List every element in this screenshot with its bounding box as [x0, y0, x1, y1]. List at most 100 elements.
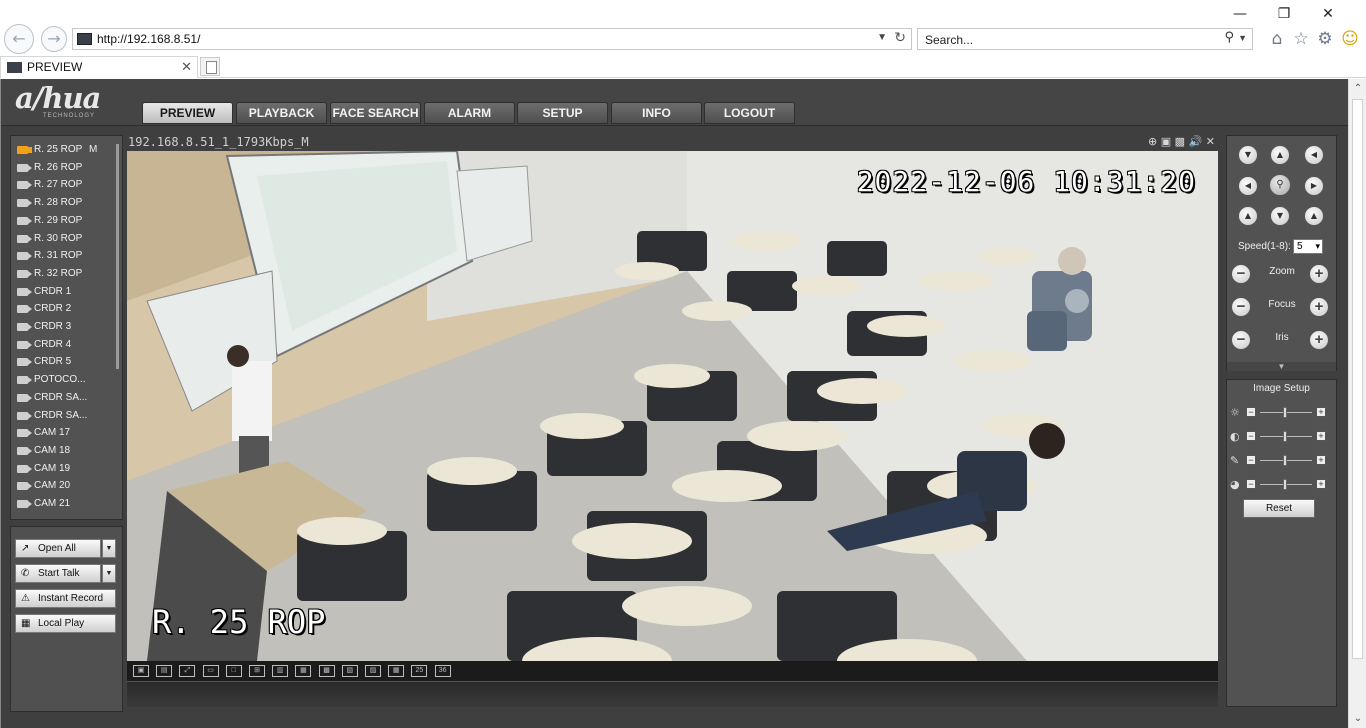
search-input[interactable]: Search... [925, 33, 973, 47]
home-icon[interactable]: ⌂ [1266, 28, 1288, 50]
iris-open-button[interactable]: + [1309, 330, 1329, 350]
forward-button[interactable]: → [41, 26, 67, 52]
channel-item[interactable]: CAM 20 [15, 478, 113, 495]
contrast-slider[interactable] [1283, 431, 1287, 442]
channel-item[interactable]: CRDR SA... [15, 408, 113, 425]
hue-decrease-button[interactable]: − [1246, 479, 1256, 489]
focus-far-button[interactable]: + [1309, 297, 1329, 317]
close-icon[interactable]: ✕ [1316, 4, 1340, 24]
address-bar[interactable]: http://192.168.8.51/ ▼ ↻ [72, 28, 912, 50]
browser-tab-preview[interactable]: PREVIEW ✕ [0, 56, 198, 78]
channel-item[interactable]: R. 30 ROP [15, 231, 113, 248]
tab-info[interactable]: INFO [611, 102, 702, 124]
snapshot-icon[interactable]: ▣ [1161, 135, 1171, 148]
favorites-star-icon[interactable]: ☆ [1290, 28, 1312, 50]
digital-zoom-icon[interactable]: ⊕ [1148, 135, 1157, 148]
ptz-left-button[interactable]: ◀ [1238, 176, 1258, 196]
channel-item[interactable]: POTOCO... [15, 372, 113, 389]
split-mode-20-icon[interactable]: ▦ [388, 665, 405, 677]
channel-item[interactable]: R. 27 ROP [15, 177, 113, 194]
split-mode-8-icon[interactable]: ▦ [295, 665, 312, 677]
restore-icon[interactable]: ❐ [1272, 4, 1296, 24]
split-mode-1-icon[interactable]: □ [225, 665, 242, 677]
back-button[interactable]: ← [4, 24, 34, 54]
channel-item[interactable]: CRDR 2 [15, 301, 113, 318]
contrast-decrease-button[interactable]: − [1246, 431, 1256, 441]
ptz-up-left-button[interactable]: ▼ [1238, 145, 1258, 165]
page-scrollbar[interactable]: ⌃ ⌄ [1348, 79, 1366, 728]
split-mode-wide-icon[interactable]: ▭ [202, 665, 219, 677]
ptz-up-right-button[interactable]: ◀ [1304, 145, 1324, 165]
address-url[interactable]: http://192.168.8.51/ [97, 32, 200, 46]
channel-item[interactable]: R. 25 ROP M [15, 142, 113, 159]
scroll-thumb[interactable] [1352, 99, 1363, 659]
brightness-increase-button[interactable]: + [1316, 407, 1326, 417]
zoom-in-button[interactable]: + [1309, 264, 1329, 284]
settings-gear-icon[interactable]: ⚙ [1314, 28, 1336, 50]
live-video-feed[interactable]: 2022-12-06 10:31:20 R. 25 ROP [127, 151, 1218, 661]
ptz-down-right-button[interactable]: ▲ [1304, 206, 1324, 226]
split-mode-2x2-icon[interactable]: ▤ [156, 665, 173, 677]
tab-preview[interactable]: PREVIEW [142, 102, 233, 124]
speed-select[interactable]: 5 [1293, 239, 1323, 254]
feedback-smiley-icon[interactable]: ☺ [1339, 28, 1361, 50]
saturation-increase-button[interactable]: + [1316, 455, 1326, 465]
channel-item[interactable]: CRDR SA... [15, 390, 113, 407]
open-all-button[interactable]: ↗ Open All [15, 539, 101, 558]
brightness-slider[interactable] [1283, 407, 1287, 418]
open-all-dropdown[interactable]: ▼ [102, 539, 116, 558]
channel-item[interactable]: R. 32 ROP [15, 266, 113, 283]
saturation-slider[interactable] [1283, 455, 1287, 466]
tab-logout[interactable]: LOGOUT [704, 102, 795, 124]
split-mode-fit-icon[interactable]: ⤢ [179, 665, 196, 677]
close-video-icon[interactable]: ✕ [1206, 135, 1215, 148]
split-mode-1x1-icon[interactable]: ▣ [133, 665, 149, 677]
tab-playback[interactable]: PLAYBACK [236, 102, 327, 124]
channel-item[interactable]: R. 31 ROP [15, 248, 113, 265]
refresh-icon[interactable]: ↻ [894, 30, 906, 46]
local-play-button[interactable]: ▦ Local Play [15, 614, 116, 633]
channel-item[interactable]: CRDR 3 [15, 319, 113, 336]
split-mode-6-icon[interactable]: ▥ [272, 665, 289, 677]
minimize-icon[interactable]: — [1228, 4, 1252, 24]
channel-item[interactable]: CRDR 4 [15, 337, 113, 354]
ptz-down-button[interactable]: ▼ [1270, 206, 1290, 226]
channel-item[interactable]: R. 26 ROP [15, 160, 113, 177]
search-icon[interactable]: ⚲ [1224, 30, 1234, 45]
record-icon[interactable]: ▩ [1175, 135, 1185, 148]
split-mode-4-icon[interactable]: ⊞ [249, 665, 265, 677]
channel-list-scrollbar[interactable] [116, 144, 119, 369]
saturation-decrease-button[interactable]: − [1246, 455, 1256, 465]
channel-item[interactable]: CRDR 1 [15, 284, 113, 301]
split-mode-13-icon[interactable]: ▧ [341, 665, 358, 677]
ptz-right-button[interactable]: ▶ [1304, 176, 1324, 196]
ptz-collapse-button[interactable]: ▼ [1227, 362, 1336, 371]
contrast-increase-button[interactable]: + [1316, 431, 1326, 441]
search-dropdown-icon[interactable]: ▼ [1238, 33, 1247, 43]
channel-item[interactable]: R. 29 ROP [15, 213, 113, 230]
split-mode-25-icon[interactable]: 25 [411, 665, 428, 677]
new-tab-button[interactable] [200, 57, 220, 76]
scroll-up-icon[interactable]: ⌃ [1352, 83, 1364, 94]
channel-item[interactable]: CRDR 5 [15, 354, 113, 371]
start-talk-dropdown[interactable]: ▼ [102, 564, 116, 583]
tab-face-search[interactable]: FACE SEARCH [330, 102, 421, 124]
channel-item[interactable]: CAM 21 [15, 496, 113, 513]
start-talk-button[interactable]: ✆ Start Talk [15, 564, 101, 583]
channel-item[interactable]: CAM 18 [15, 443, 113, 460]
hue-increase-button[interactable]: + [1316, 479, 1326, 489]
audio-icon[interactable]: 🔊 [1189, 135, 1203, 148]
focus-near-button[interactable]: − [1231, 297, 1251, 317]
brightness-decrease-button[interactable]: − [1246, 407, 1256, 417]
instant-record-button[interactable]: ⚠ Instant Record [15, 589, 116, 608]
tab-alarm[interactable]: ALARM [424, 102, 515, 124]
split-mode-36-icon[interactable]: 36 [434, 665, 451, 677]
ptz-down-left-button[interactable]: ▲ [1238, 206, 1258, 226]
reset-button[interactable]: Reset [1243, 499, 1315, 518]
ptz-up-button[interactable]: ▲ [1270, 145, 1290, 165]
zoom-out-button[interactable]: − [1231, 264, 1251, 284]
split-mode-9-icon[interactable]: ▩ [318, 665, 335, 677]
address-dropdown-icon[interactable]: ▼ [877, 32, 887, 43]
search-box[interactable]: Search... ⚲ ▼ [917, 28, 1253, 50]
channel-item[interactable]: R. 28 ROP [15, 195, 113, 212]
